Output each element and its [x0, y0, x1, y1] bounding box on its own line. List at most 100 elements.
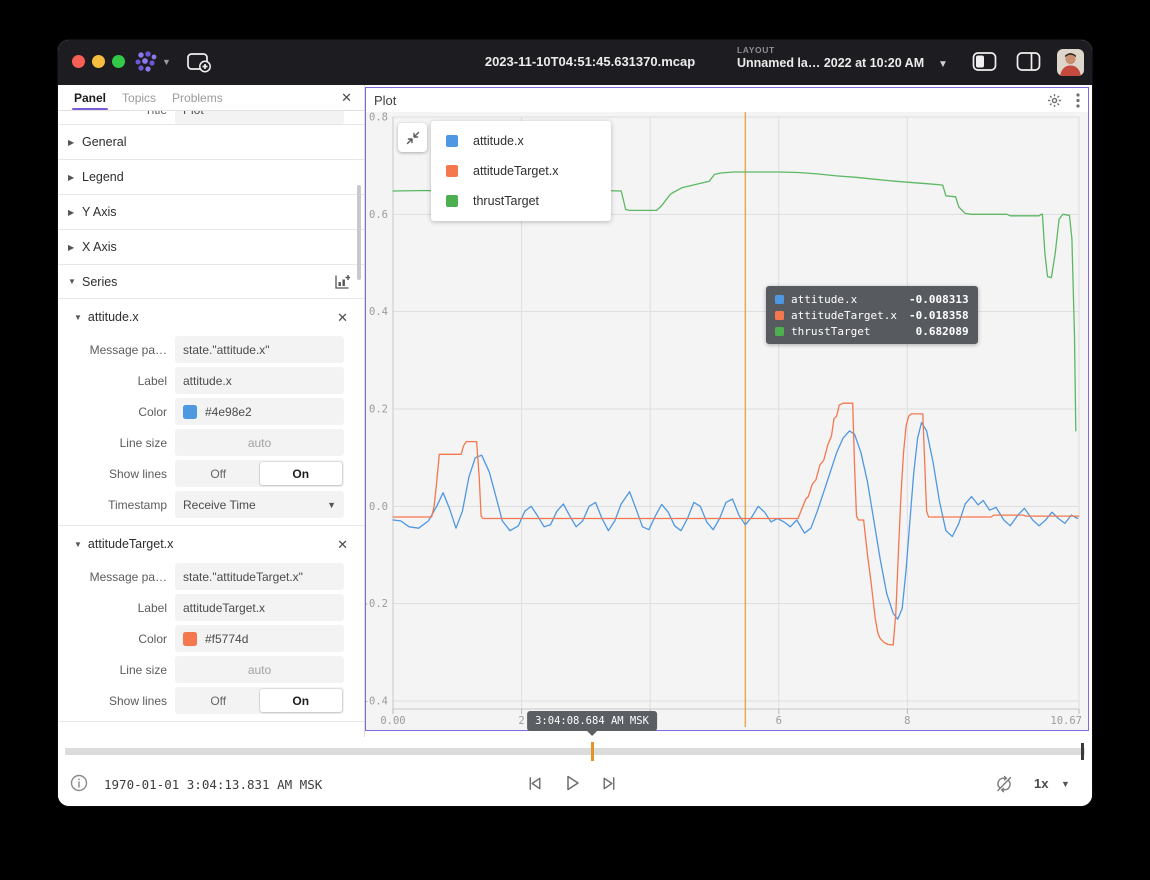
- color-hex-value: #4e98e2: [205, 405, 252, 419]
- field-label: Show lines: [58, 467, 175, 481]
- field-input[interactable]: auto: [175, 656, 344, 683]
- field-label: Message pa…: [58, 570, 175, 584]
- field-row-color: Color #f5774d: [58, 625, 364, 652]
- foxglove-logo-icon[interactable]: [134, 51, 158, 73]
- chevron-down-icon[interactable]: ▼: [162, 57, 171, 67]
- more-vertical-icon[interactable]: [1076, 93, 1080, 108]
- field-label: Show lines: [58, 694, 175, 708]
- tab-panel[interactable]: Panel: [74, 85, 106, 110]
- add-series-icon[interactable]: [334, 274, 350, 290]
- tab-problems[interactable]: Problems: [172, 85, 223, 110]
- settings-gear-icon[interactable]: [1047, 93, 1062, 108]
- section-legend[interactable]: ▶Legend: [58, 159, 364, 194]
- tooltip-row: thrustTarget0.682089: [775, 323, 969, 339]
- plot-panel-title: Plot: [374, 93, 396, 108]
- series-name: attitudeTarget.x: [88, 537, 173, 551]
- series-name: attitude.x: [88, 310, 139, 324]
- series-editor-header[interactable]: ▼attitude.x✕: [58, 302, 364, 332]
- svg-text:2: 2: [518, 715, 524, 727]
- plot-hover-tooltip: attitude.x-0.008313attitudeTarget.x-0.01…: [766, 286, 978, 344]
- section-x-axis[interactable]: ▶X Axis: [58, 229, 364, 264]
- field-input[interactable]: state."attitude.x": [175, 336, 344, 363]
- remove-series-icon[interactable]: ✕: [337, 538, 348, 551]
- plot-panel-header: Plot: [366, 88, 1088, 112]
- section-general[interactable]: ▶General: [58, 124, 364, 159]
- chevron-down-icon: ▼: [74, 540, 82, 549]
- chart-area[interactable]: 0.80.60.40.20.0-0.2-0.40.00246810.67 att…: [366, 112, 1088, 730]
- color-field[interactable]: #f5774d: [175, 625, 344, 652]
- zoom-window-button[interactable]: [112, 55, 125, 68]
- seek-forward-button[interactable]: [599, 774, 618, 793]
- select-value: Receive Time: [183, 498, 327, 512]
- series-editor-header[interactable]: ▼ attitudeTarget.x ✕: [58, 529, 364, 559]
- field-label: Message pa…: [58, 343, 175, 357]
- field-label: Label: [58, 374, 175, 388]
- playback-speed[interactable]: 1x: [1034, 776, 1048, 791]
- toggle-option-on[interactable]: On: [260, 689, 343, 712]
- toggle-left-sidebar-button[interactable]: [972, 51, 997, 72]
- chevron-down-icon[interactable]: ▼: [938, 59, 948, 70]
- field-input[interactable]: auto: [175, 429, 344, 456]
- legend-item-thrustTarget[interactable]: thrustTarget: [431, 186, 611, 216]
- tooltip-swatch: [775, 327, 784, 336]
- toggle-option-off[interactable]: Off: [177, 462, 260, 485]
- minimize-window-button[interactable]: [92, 55, 105, 68]
- playhead-marker[interactable]: [591, 742, 594, 761]
- close-sidebar-icon[interactable]: ✕: [341, 91, 352, 104]
- show-lines-toggle[interactable]: OffOn: [175, 687, 344, 714]
- avatar[interactable]: [1057, 49, 1084, 76]
- chevron-right-icon: ▶: [68, 173, 78, 182]
- legend-item-attitudeTarget-x[interactable]: attitudeTarget.x: [431, 156, 611, 186]
- layout-menu[interactable]: LAYOUT Unnamed la… 2022 at 10:20 AM: [737, 45, 924, 70]
- plot-panel[interactable]: Plot: [365, 87, 1089, 731]
- toggle-option-on[interactable]: On: [260, 462, 343, 485]
- field-input[interactable]: attitudeTarget.x: [175, 594, 344, 621]
- seek-bar[interactable]: [65, 748, 1085, 755]
- info-icon[interactable]: [70, 774, 88, 792]
- svg-text:-0.4: -0.4: [366, 696, 388, 708]
- play-button[interactable]: [562, 773, 582, 793]
- svg-text:0.00: 0.00: [380, 715, 405, 727]
- close-window-button[interactable]: [72, 55, 85, 68]
- tooltip-swatch: [775, 311, 784, 320]
- sidebar-scrollbar[interactable]: [357, 185, 361, 280]
- toggle-right-sidebar-button[interactable]: [1016, 51, 1041, 72]
- color-hex-value: #f5774d: [205, 632, 248, 646]
- tab-topics[interactable]: Topics: [122, 85, 156, 110]
- field-input[interactable]: state."attitudeTarget.x": [175, 563, 344, 590]
- tooltip-series-label: attitudeTarget.x: [791, 309, 909, 322]
- section-y-axis[interactable]: ▶Y Axis: [58, 194, 364, 229]
- field-row-color: Color#4e98e2: [58, 398, 364, 425]
- chevron-right-icon: ▶: [68, 208, 78, 217]
- field-row-show-lines: Show linesOffOn: [58, 687, 364, 714]
- show-lines-toggle[interactable]: OffOn: [175, 460, 344, 487]
- chevron-right-icon: ▶: [68, 243, 78, 252]
- seek-backward-button[interactable]: [526, 774, 545, 793]
- field-label: Timestamp: [58, 498, 175, 512]
- svg-text:6: 6: [776, 715, 782, 727]
- field-row-label: Labelattitude.x: [58, 367, 364, 394]
- field-row-message-pa-: Message pa…state."attitudeTarget.x": [58, 563, 364, 590]
- collapse-legend-button[interactable]: [398, 123, 427, 152]
- add-panel-button[interactable]: [186, 51, 212, 73]
- remove-series-icon[interactable]: ✕: [337, 311, 348, 324]
- collapse-arrows-icon: [405, 130, 421, 146]
- current-timestamp: 1970-01-01 3:04:13.831 AM MSK: [104, 777, 322, 792]
- field-input[interactable]: attitude.x: [175, 367, 344, 394]
- title-field-input[interactable]: Plot: [175, 111, 344, 124]
- toggle-option-off[interactable]: Off: [177, 689, 260, 712]
- legend-item-attitude-x[interactable]: attitude.x: [431, 126, 611, 156]
- caret-down-icon[interactable]: ▼: [1061, 779, 1070, 789]
- section-series[interactable]: ▼Series: [58, 264, 364, 299]
- legend-label: attitude.x: [473, 134, 524, 148]
- tooltip-swatch: [775, 295, 784, 304]
- timestamp-select[interactable]: Receive Time▼: [175, 491, 344, 518]
- field-label: Color: [58, 632, 175, 646]
- tooltip-series-value: -0.008313: [909, 293, 969, 306]
- svg-text:10.67: 10.67: [1050, 715, 1082, 727]
- chevron-right-icon: ▶: [68, 138, 78, 147]
- main-area: Plot: [365, 85, 1092, 737]
- loop-off-icon[interactable]: [994, 774, 1014, 794]
- field-row-message-pa-: Message pa…state."attitude.x": [58, 336, 364, 363]
- color-field[interactable]: #4e98e2: [175, 398, 344, 425]
